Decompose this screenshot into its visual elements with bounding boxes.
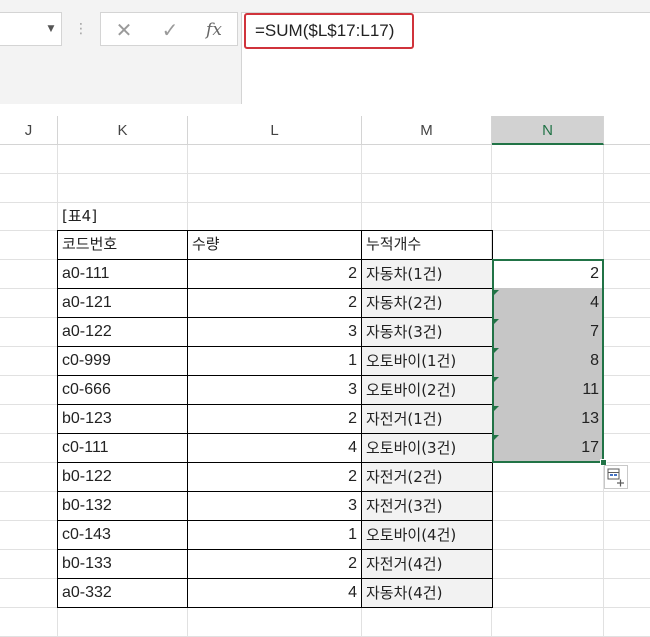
cell-label[interactable]: 자전거(3건): [362, 492, 492, 520]
selection-range: [492, 259, 604, 463]
cell-label[interactable]: 자동차(2건): [362, 289, 492, 317]
cell-label[interactable]: 오토바이(1건): [362, 347, 492, 375]
cell-qty[interactable]: 1: [188, 520, 362, 549]
cell-code[interactable]: a0-121: [58, 288, 188, 317]
insert-function-icon[interactable]: fx: [201, 13, 227, 47]
header-code[interactable]: 코드번호: [58, 230, 188, 259]
cell-code[interactable]: c0-111: [58, 433, 188, 462]
cell-code[interactable]: a0-122: [58, 317, 188, 346]
cell-label[interactable]: 자동차(3건): [362, 318, 492, 346]
formula-buttons: ✕ ✓ fx: [100, 12, 238, 46]
header-qty[interactable]: 수량: [188, 230, 362, 259]
cell-label[interactable]: 오토바이(3건): [362, 434, 492, 462]
cell-code[interactable]: c0-666: [58, 375, 188, 404]
cell-label[interactable]: 오토바이(4건): [362, 521, 492, 549]
cancel-icon[interactable]: ✕: [113, 13, 135, 47]
enter-icon[interactable]: ✓: [159, 13, 181, 47]
formula-bar-handle-icon[interactable]: ⋮: [74, 12, 88, 46]
cell-qty[interactable]: 1: [188, 346, 362, 375]
column-header-n[interactable]: N: [492, 116, 604, 145]
column-header-j[interactable]: J: [0, 116, 58, 145]
column-header-l[interactable]: L: [188, 116, 362, 145]
cell-label[interactable]: 자동차(1건): [362, 260, 492, 288]
cell-qty[interactable]: 2: [188, 288, 362, 317]
header-cumulative[interactable]: 누적개수: [362, 230, 492, 259]
column-header-o[interactable]: [604, 116, 650, 145]
cell-label[interactable]: 자전거(1건): [362, 405, 492, 433]
cell-qty[interactable]: 2: [188, 549, 362, 578]
cell-code[interactable]: b0-132: [58, 491, 188, 520]
cell-qty[interactable]: 2: [188, 462, 362, 491]
quick-analysis-icon[interactable]: [604, 465, 628, 489]
cell-code[interactable]: a0-332: [58, 578, 188, 607]
cell-label[interactable]: 자전거(4건): [362, 550, 492, 578]
formula-text[interactable]: =SUM($L$17:L17): [244, 13, 414, 49]
cell-code[interactable]: b0-133: [58, 549, 188, 578]
cell-qty[interactable]: 3: [188, 317, 362, 346]
cell-qty[interactable]: 3: [188, 491, 362, 520]
cell-code[interactable]: a0-111: [58, 259, 188, 288]
cell-qty[interactable]: 2: [188, 259, 362, 288]
table-caption: [표4]: [62, 207, 98, 225]
cell-code[interactable]: b0-123: [58, 404, 188, 433]
cell-qty[interactable]: 2: [188, 404, 362, 433]
cell-qty[interactable]: 4: [188, 578, 362, 607]
cell-label[interactable]: 자전거(2건): [362, 463, 492, 491]
cell-label[interactable]: 자동차(4건): [362, 579, 492, 607]
cell-code[interactable]: c0-143: [58, 520, 188, 549]
cell-qty[interactable]: 3: [188, 375, 362, 404]
cell-qty[interactable]: 4: [188, 433, 362, 462]
quick-analysis-glyph-icon: [607, 468, 624, 487]
cell-code[interactable]: b0-122: [58, 462, 188, 491]
name-box-dropdown-icon[interactable]: ▼: [42, 12, 60, 46]
column-header-m[interactable]: M: [362, 116, 492, 145]
column-header-k[interactable]: K: [58, 116, 188, 145]
cell-label[interactable]: 오토바이(2건): [362, 376, 492, 404]
cell-code[interactable]: c0-999: [58, 346, 188, 375]
